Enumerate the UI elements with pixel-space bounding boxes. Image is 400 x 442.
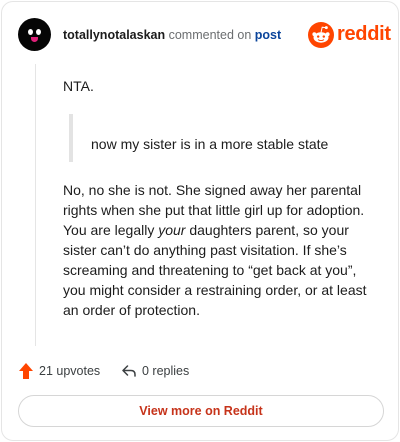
comment-meta: totallynotalaskan commented on post (63, 28, 281, 42)
reply-button[interactable]: 0 replies (121, 360, 189, 382)
thread-line (35, 64, 36, 346)
blockquote: now my sister is in a more stable state (69, 114, 369, 162)
upvote-arrow-icon (19, 363, 33, 379)
reply-arrow-icon (122, 365, 136, 377)
quote-text: now my sister is in a more stable state (91, 136, 329, 152)
view-more-button[interactable]: View more on Reddit (18, 395, 384, 427)
comment-paragraph: NTA. (63, 78, 94, 94)
comment-header: totallynotalaskan commented on post redd… (18, 18, 391, 54)
avatar[interactable] (18, 18, 51, 51)
avatar-eye-left (28, 29, 33, 35)
comment-paragraph: No, no she is not. She signed away her p… (63, 180, 375, 320)
reddit-wordmark: reddit (337, 23, 391, 45)
username-link[interactable]: totallynotalaskan (63, 28, 165, 42)
embed-card: totallynotalaskan commented on post redd… (1, 1, 399, 441)
upvote-button[interactable]: 21 upvotes (18, 360, 100, 382)
reddit-snoo-icon (308, 22, 334, 48)
action-text: commented on (168, 28, 252, 42)
upvote-count: 21 upvotes (39, 364, 101, 378)
comment-actions: 21 upvotes 0 replies (18, 360, 378, 382)
reddit-logo[interactable]: reddit (308, 22, 391, 50)
post-link[interactable]: post (255, 28, 281, 42)
reply-count: 0 replies (142, 364, 190, 378)
paragraph-emphasis: your (158, 222, 186, 238)
avatar-eye-right (36, 29, 41, 35)
avatar-mouth (31, 37, 38, 42)
